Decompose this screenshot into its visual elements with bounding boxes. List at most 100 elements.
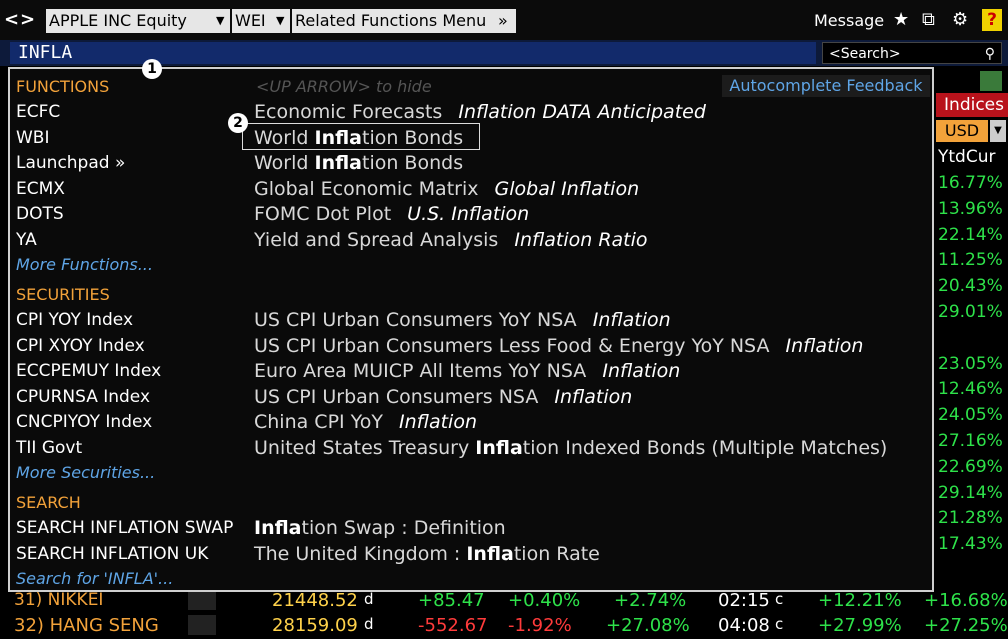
callout-badge-2: 2 (228, 113, 248, 133)
currency-select[interactable]: USD (936, 120, 988, 142)
star-icon[interactable]: ★ (893, 9, 909, 30)
hide-hint: <UP ARROW> to hide (256, 77, 432, 96)
desc-match: Infla (475, 436, 523, 459)
top-toolbar: < > APPLE INC Equity ▼ WEI ▼ Related Fun… (0, 0, 1008, 40)
desc-text-rest: tion Swap : Definition (301, 517, 506, 539)
row-ytdcur: +16.68% (924, 590, 1008, 611)
row-time: 04:08 (718, 615, 770, 636)
item-description: United States Treasury Inflation Indexed… (254, 437, 887, 459)
item-description: US CPI Urban Consumers Less Food & Energ… (254, 335, 863, 357)
item-code: CNCPIYOY Index (16, 412, 153, 432)
ytd-value: 22.14% (938, 224, 1003, 245)
indices-tab[interactable]: Indices (936, 93, 1008, 117)
item-description: US CPI Urban Consumers NSA Inflation (254, 386, 632, 408)
ytd-value: 24.05% (938, 405, 1003, 426)
ytd-value: 27.16% (938, 431, 1003, 451)
item-description: Inflation Swap : Definition (254, 517, 506, 539)
gear-icon[interactable]: ⚙ (952, 9, 968, 30)
row-change: -552.67 (418, 615, 488, 636)
desc-text: US CPI Urban Consumers YoY NSA (254, 309, 577, 331)
autocomplete-feedback-button[interactable]: Autocomplete Feedback (722, 75, 930, 97)
desc-tag: Inflation (586, 309, 671, 331)
desc-text: Economic Forecasts (254, 101, 443, 123)
desc-text: United States Treasury (254, 436, 476, 459)
item-code: WBI (16, 127, 50, 148)
ytd-value: 12.46% (938, 379, 1003, 400)
security-label: APPLE INC Equity (49, 11, 187, 30)
desc-tag: Inflation Ratio (508, 228, 648, 251)
ytd-header: YtdCur (938, 147, 996, 167)
message-button[interactable]: Message (814, 11, 884, 30)
desc-match: Infla (314, 152, 363, 174)
desc-match: Infla (466, 542, 514, 565)
functions-heading: FUNCTIONS (16, 77, 110, 96)
forward-arrow-icon[interactable]: > (20, 9, 35, 30)
row-label: 31) NIKKEI (14, 590, 104, 610)
item-code: Launchpad » (16, 153, 126, 173)
desc-text: The United Kingdom : (254, 542, 467, 565)
desc-match: Infla (254, 517, 302, 539)
row-last: 21448.52 (272, 590, 358, 611)
help-button[interactable]: ? (982, 9, 1002, 31)
desc-text-rest: tion Rate (513, 542, 600, 565)
ytd-value: 23.05% (938, 353, 1003, 374)
desc-text: Yield and Spread Analysis (254, 228, 499, 251)
desc-tag: U.S. Inflation (401, 203, 530, 225)
desc-text-rest: tion Indexed Bonds (Multiple Matches) (522, 436, 888, 459)
export-icon[interactable] (980, 71, 1002, 91)
desc-text: Global Economic Matrix (254, 177, 479, 200)
desc-tag: Inflation (548, 385, 633, 408)
ytd-value: 21.28% (938, 508, 1003, 529)
more-securities-link[interactable]: More Securities... (16, 463, 155, 482)
search-for-link[interactable]: Search for 'INFLA'... (16, 569, 173, 588)
desc-text: US CPI Urban Consumers NSA (254, 385, 539, 408)
desc-tag: Inflation (596, 360, 681, 382)
ytd-value: 20.43% (938, 276, 1003, 297)
related-functions-menu[interactable]: Related Functions Menu » (292, 9, 516, 33)
desc-tag: Inflation (393, 411, 477, 433)
desc-text: US CPI Urban Consumers Less Food & Energ… (254, 334, 770, 357)
search-icon[interactable]: ⚲ (985, 43, 995, 65)
more-functions-link[interactable]: More Functions... (16, 255, 153, 274)
desc-tag: Inflation DATA Anticipated (452, 101, 706, 123)
item-description: US CPI Urban Consumers YoY NSA Inflation (254, 309, 671, 331)
item-code: ECCPEMUY Index (16, 361, 162, 381)
callout-badge-1: 1 (142, 59, 162, 79)
ytd-value: 29.14% (938, 482, 1003, 503)
row-ytd: +27.08% (606, 615, 690, 636)
item-description: FOMC Dot Plot U.S. Inflation (254, 203, 529, 225)
row-last: 28159.09 (272, 615, 358, 636)
highlight-box (242, 123, 480, 150)
chevron-down-icon[interactable]: ▼ (990, 120, 1006, 142)
sparkline-icon (188, 592, 216, 610)
function-field[interactable]: WEI ▼ (232, 9, 290, 33)
chevron-down-icon[interactable]: ▼ (216, 9, 224, 33)
ytd-value: 11.25% (938, 250, 1003, 271)
item-code: CPI YOY Index (16, 310, 134, 330)
window-icon[interactable]: ⧉ (922, 9, 935, 30)
table-row[interactable]: 31) NIKKEI 21448.52 d +85.47 +0.40% +2.7… (0, 590, 1008, 614)
function-label: WEI (235, 11, 266, 30)
row-time-flag: c (775, 615, 784, 633)
item-description: Yield and Spread Analysis Inflation Rati… (254, 229, 648, 251)
ytd-value: 16.77% (938, 173, 1003, 193)
search-input[interactable]: <Search> ⚲ (822, 42, 1002, 64)
desc-text: China CPI YoY (254, 411, 383, 433)
back-arrow-icon[interactable]: < (4, 9, 19, 30)
item-code: CPI XYOY Index (16, 335, 145, 356)
security-field[interactable]: APPLE INC Equity ▼ (46, 9, 230, 33)
row-time-flag: c (775, 590, 784, 608)
securities-heading: SECURITIES (16, 285, 110, 304)
row-ytdcur: +27.25% (924, 615, 1008, 636)
row-pct: +0.40% (508, 590, 581, 611)
item-code: SEARCH INFLATION SWAP (16, 518, 234, 538)
desc-text: Euro Area MUICP All Items YoY NSA (254, 360, 587, 382)
table-row[interactable]: 32) HANG SENG 28159.09 d -552.67 -1.92% … (0, 615, 1008, 639)
chevron-down-icon[interactable]: ▼ (276, 9, 284, 33)
row-ytd2: +12.21% (818, 590, 902, 611)
command-input[interactable]: INFLA (10, 42, 816, 64)
related-functions-label: Related Functions Menu (295, 11, 487, 30)
item-code: TII Govt (16, 437, 83, 458)
row-pct: -1.92% (508, 615, 572, 636)
ytd-value: 29.01% (938, 302, 1003, 322)
